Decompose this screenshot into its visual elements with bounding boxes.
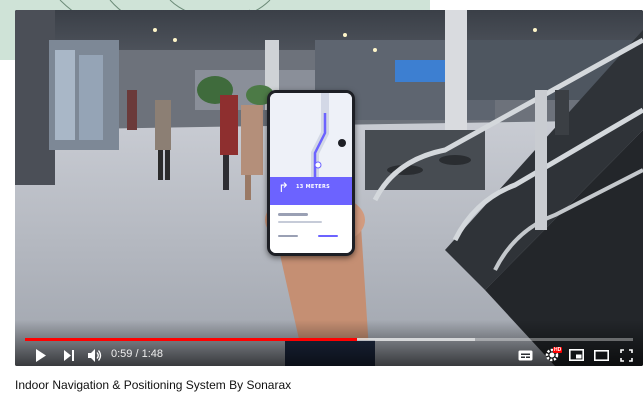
phone-info-panel xyxy=(270,205,352,253)
turn-right-icon: ↱ xyxy=(278,181,289,196)
play-icon xyxy=(36,348,46,362)
phone-distance-label: 13 METERS xyxy=(296,184,331,190)
video-title[interactable]: Indoor Navigation & Positioning System B… xyxy=(15,378,291,392)
hd-badge: HD xyxy=(553,347,563,353)
miniplayer-icon xyxy=(568,349,584,361)
phone-screen: ↱ 13 METERS xyxy=(267,90,355,256)
progress-bar[interactable] xyxy=(25,338,633,341)
time-display: 0:59 / 1:48 xyxy=(111,348,163,360)
volume-button[interactable] xyxy=(85,346,105,364)
phone-map xyxy=(270,93,352,177)
progress-played xyxy=(25,338,357,341)
miniplayer-button[interactable] xyxy=(566,346,586,364)
settings-button[interactable]: HD xyxy=(541,346,563,364)
video-card: ↱ 13 METERS 0:59 / 1:48 HD Indoor Naviga… xyxy=(0,0,643,397)
play-button[interactable] xyxy=(31,346,51,364)
video-player[interactable]: ↱ 13 METERS 0:59 / 1:48 HD xyxy=(15,10,643,366)
theater-icon xyxy=(593,349,609,361)
fullscreen-icon xyxy=(619,348,633,362)
subtitles-icon xyxy=(518,350,532,360)
phone-direction-card: ↱ 13 METERS xyxy=(270,177,352,205)
next-button[interactable] xyxy=(59,346,79,364)
subtitles-button[interactable] xyxy=(515,346,535,364)
theater-mode-button[interactable] xyxy=(591,346,611,364)
next-icon xyxy=(64,349,74,361)
volume-icon xyxy=(87,348,101,362)
fullscreen-button[interactable] xyxy=(616,346,636,364)
